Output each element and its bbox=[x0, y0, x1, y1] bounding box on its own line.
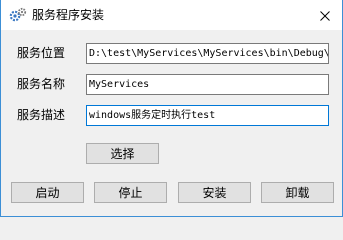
title-bar: 服务程序安装 bbox=[1, 0, 342, 30]
close-icon bbox=[320, 6, 330, 25]
service-location-field[interactable]: D:\test\MyServices\MyServices\bin\Debug\ bbox=[86, 43, 329, 64]
stop-button[interactable]: 停止 bbox=[94, 182, 167, 203]
service-name-label: 服务名称 bbox=[17, 77, 66, 91]
service-installer-window: 服务程序安装 服务位置 D:\test\MyServices\MyService… bbox=[0, 0, 343, 217]
service-name-field[interactable]: MyServices bbox=[86, 74, 329, 95]
service-description-label: 服务描述 bbox=[17, 108, 66, 122]
service-description-field[interactable]: windows服务定时执行test bbox=[86, 105, 329, 126]
close-button[interactable] bbox=[308, 0, 342, 30]
uninstall-button[interactable]: 卸载 bbox=[261, 182, 334, 203]
start-button[interactable]: 启动 bbox=[11, 182, 84, 203]
install-button[interactable]: 安装 bbox=[178, 182, 251, 203]
service-location-label: 服务位置 bbox=[17, 46, 66, 60]
select-button[interactable]: 选择 bbox=[86, 143, 159, 164]
gear-icon bbox=[9, 7, 27, 23]
window-title: 服务程序安装 bbox=[32, 8, 105, 22]
